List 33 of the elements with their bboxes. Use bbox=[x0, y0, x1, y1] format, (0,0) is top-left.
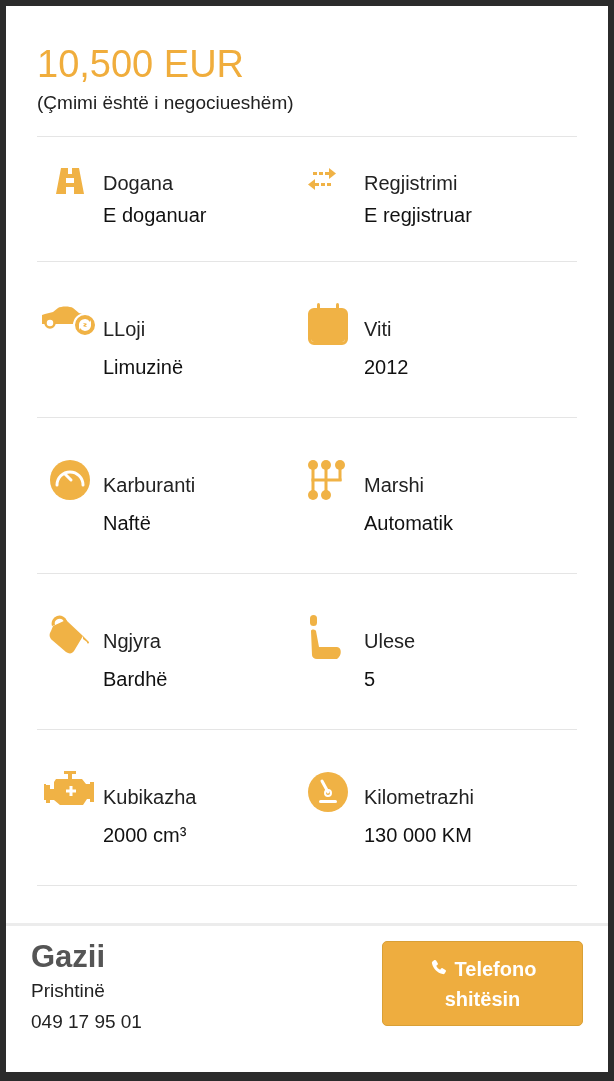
calendar-icon bbox=[307, 303, 349, 345]
call-seller-button[interactable]: Telefono shitësin bbox=[382, 941, 583, 1026]
seat-icon bbox=[307, 615, 343, 661]
spec-value: E doganuar bbox=[103, 203, 207, 228]
price-note: (Çmimi është i negociueshëm) bbox=[37, 91, 295, 115]
seller-name: Gazii bbox=[31, 938, 107, 976]
spec-value: 130 000 KM bbox=[364, 823, 473, 848]
seller-phone: 049 17 95 01 bbox=[31, 1010, 142, 1034]
spec-label: Kilometrazhi bbox=[364, 785, 475, 810]
engine-icon bbox=[44, 771, 96, 805]
spec-value: 5 bbox=[364, 667, 377, 692]
spec-label: Ngjyra bbox=[103, 629, 162, 654]
swap-arrows-icon bbox=[307, 167, 337, 193]
gauge-icon bbox=[49, 459, 91, 501]
speedometer-icon bbox=[307, 771, 349, 813]
road-icon bbox=[55, 167, 85, 195]
spec-value: Naftë bbox=[103, 511, 152, 536]
spec-label: Marshi bbox=[364, 473, 425, 498]
spec-label: LLoji bbox=[103, 317, 147, 342]
spec-label: Karburanti bbox=[103, 473, 196, 498]
spec-value: Bardhë bbox=[103, 667, 168, 692]
price: 10,500 EUR bbox=[37, 42, 245, 87]
spec-value: E regjistruar bbox=[364, 203, 472, 228]
spec-value: 2000 cm³ bbox=[103, 823, 188, 848]
spec-value: 2012 bbox=[364, 355, 409, 380]
spec-label: Viti bbox=[364, 317, 393, 342]
spec-label: Regjistrimi bbox=[364, 171, 459, 196]
seller-city: Prishtinë bbox=[31, 979, 106, 1003]
spec-label: Ulese bbox=[364, 629, 416, 654]
spec-label: Kubikazha bbox=[103, 785, 197, 810]
spec-value: Limuzinë bbox=[103, 355, 184, 380]
spec-label: Dogana bbox=[103, 171, 175, 196]
spec-value: Automatik bbox=[364, 511, 453, 536]
